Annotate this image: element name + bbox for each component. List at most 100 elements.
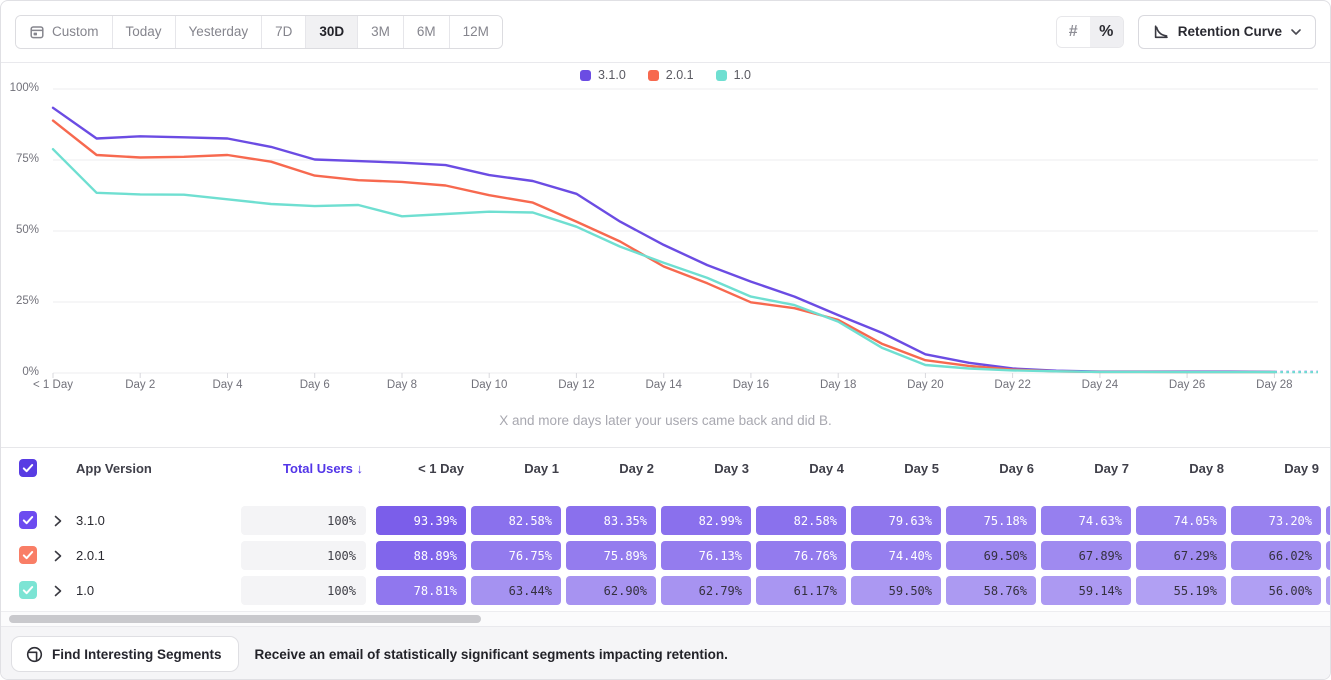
row-checkbox-2.0.1[interactable] [19,546,37,564]
date-range-3m[interactable]: 3M [357,16,403,48]
x-axis-tick-label: Day 16 [714,379,788,391]
date-range-30d[interactable]: 30D [305,16,357,48]
retention-cell[interactable]: 75.89% [566,541,656,570]
column-header-day[interactable]: Day 7 [1041,461,1129,476]
percent-mode-button[interactable]: % [1090,17,1123,47]
retention-cell[interactable]: 83.35% [566,506,656,535]
row-expand-chevron-icon[interactable] [54,550,62,562]
retention-cell[interactable]: 93.39% [376,506,466,535]
column-header-day[interactable]: Day 9 [1231,461,1319,476]
retention-report: CustomTodayYesterday7D30D3M6M12M # % Ret… [0,0,1331,680]
legend-item-3.1.0[interactable]: 3.1.0 [580,68,626,82]
retention-cell[interactable]: 82.99% [661,506,751,535]
legend-swatch [580,70,591,81]
column-header-day[interactable]: Day 4 [756,461,844,476]
legend-swatch [648,70,659,81]
retention-cell[interactable]: 76.76% [756,541,846,570]
retention-cell[interactable]: 88.89% [376,541,466,570]
x-axis-tick-label: Day 2 [103,379,177,391]
row-expand-chevron-icon[interactable] [54,585,62,597]
retention-cell[interactable]: 74.05% [1136,506,1226,535]
legend-swatch [716,70,727,81]
retention-cell[interactable]: 75.18% [946,506,1036,535]
absolute-mode-button[interactable]: # [1057,17,1090,47]
legend-item-1.0[interactable]: 1.0 [716,68,751,82]
column-header-total-users[interactable]: Total Users ↓ [241,461,363,476]
sort-descending-icon: ↓ [357,461,364,476]
column-header-day[interactable]: Day 2 [566,461,654,476]
retention-cell-clipped[interactable] [1326,506,1330,535]
chart-type-label: Retention Curve [1178,24,1282,39]
retention-cell[interactable]: 62.90% [566,576,656,605]
x-axis-tick-label: < 1 Day [16,379,90,391]
column-header-day[interactable]: < 1 Day [376,461,464,476]
find-interesting-segments-button[interactable]: Find Interesting Segments [11,636,239,672]
x-axis-tick-label: Day 20 [888,379,962,391]
percent-icon: % [1099,23,1113,41]
retention-cell[interactable]: 67.89% [1041,541,1131,570]
column-header-day[interactable]: Day 5 [851,461,939,476]
date-range-7d[interactable]: 7D [261,16,305,48]
x-axis-tick-label: Day 4 [190,379,264,391]
date-range-6m[interactable]: 6M [403,16,449,48]
y-axis-tick-label: 75% [1,153,39,165]
row-checkbox-3.1.0[interactable] [19,511,37,529]
x-axis-tick-label: Day 10 [452,379,526,391]
scrollbar-thumb[interactable] [9,615,481,623]
retention-cell[interactable]: 78.81% [376,576,466,605]
y-axis-tick-label: 50% [1,224,39,236]
retention-curve-icon [1153,24,1169,40]
retention-table: App Version Total Users ↓ < 1 Day Day 1 Da… [1,448,1330,611]
row-label-app-version: 2.0.1 [76,548,105,563]
date-range-yesterday[interactable]: Yesterday [175,16,262,48]
column-header-day[interactable]: Day 3 [661,461,749,476]
retention-cell[interactable]: 66.02% [1231,541,1321,570]
column-header-day[interactable]: Day 8 [1136,461,1224,476]
calendar-icon [29,24,45,40]
footer-message: Receive an email of statistically signif… [255,647,728,662]
retention-cell[interactable]: 62.79% [661,576,751,605]
retention-cell[interactable]: 82.58% [471,506,561,535]
row-expand-chevron-icon[interactable] [54,515,62,527]
retention-cell[interactable]: 74.63% [1041,506,1131,535]
date-range-12m[interactable]: 12M [449,16,502,48]
column-header-day[interactable]: Day 6 [946,461,1034,476]
retention-cell[interactable]: 76.13% [661,541,751,570]
retention-cell[interactable]: 59.50% [851,576,941,605]
legend-item-2.0.1[interactable]: 2.0.1 [648,68,694,82]
row-checkbox-1.0[interactable] [19,581,37,599]
chart-type-dropdown[interactable]: Retention Curve [1138,15,1316,49]
retention-cell[interactable]: 73.20% [1231,506,1321,535]
retention-cell[interactable]: 67.29% [1136,541,1226,570]
value-mode-toggle: # % [1056,16,1124,48]
column-header-app-version[interactable]: App Version [76,461,152,476]
hash-icon: # [1069,23,1078,41]
retention-cell[interactable]: 55.19% [1136,576,1226,605]
retention-cell[interactable]: 56.00% [1231,576,1321,605]
retention-cell[interactable]: 82.58% [756,506,846,535]
date-range-today[interactable]: Today [112,16,175,48]
chart-caption: X and more days later your users came ba… [1,413,1330,428]
retention-cell-clipped[interactable] [1326,576,1330,605]
retention-cell[interactable]: 59.14% [1041,576,1131,605]
toolbar: CustomTodayYesterday7D30D3M6M12M # % Ret… [1,1,1330,63]
retention-cell[interactable]: 74.40% [851,541,941,570]
segments-icon [26,646,43,663]
x-axis-tick-label: Day 26 [1150,379,1224,391]
select-all-checkbox[interactable] [19,459,37,477]
date-range-custom[interactable]: Custom [16,16,112,48]
retention-cell[interactable]: 61.17% [756,576,846,605]
retention-cell[interactable]: 58.76% [946,576,1036,605]
column-header-day[interactable]: Day 1 [471,461,559,476]
x-axis-tick-label: Day 12 [539,379,613,391]
legend-label: 2.0.1 [666,68,694,82]
total-users-cell: 100% [241,541,366,570]
retention-cell-clipped[interactable] [1326,541,1330,570]
chart-section: 3.1.02.0.11.0 0%25%50%75%100% < 1 DayDay… [1,63,1330,448]
retention-cell[interactable]: 79.63% [851,506,941,535]
retention-cell[interactable]: 63.44% [471,576,561,605]
row-label-app-version: 1.0 [76,583,94,598]
retention-cell[interactable]: 69.50% [946,541,1036,570]
total-users-cell: 100% [241,576,366,605]
retention-cell[interactable]: 76.75% [471,541,561,570]
